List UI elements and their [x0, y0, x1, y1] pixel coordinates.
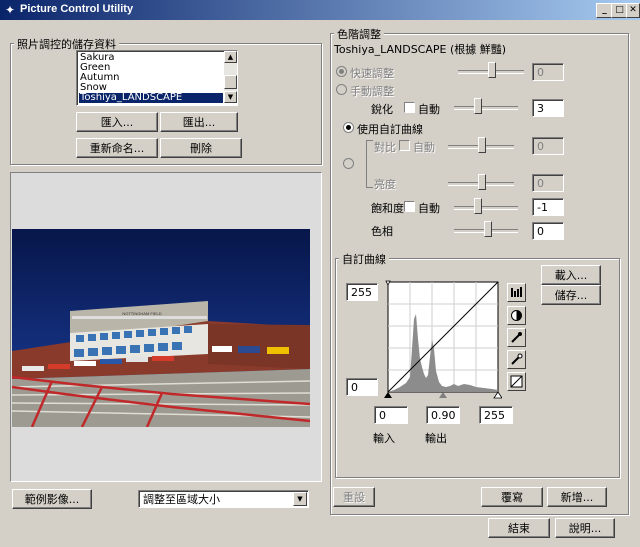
sharpness-track	[454, 106, 518, 110]
export-button[interactable]: 匯出...	[160, 112, 238, 132]
window-title: Picture Control Utility	[20, 3, 134, 15]
chevron-down-icon[interactable]: ▼	[293, 492, 307, 506]
curve-graph[interactable]	[384, 279, 502, 401]
channel-icon[interactable]	[507, 306, 526, 325]
saturation-auto-label: 自動	[418, 202, 440, 215]
close-button[interactable]: ✕	[626, 3, 640, 18]
saturation-slider[interactable]	[474, 198, 482, 214]
quick-adjust-field[interactable]: 0	[532, 63, 564, 81]
list-scrollbar[interactable]: ▲ ▼	[224, 51, 237, 103]
input-black-field[interactable]: 0	[374, 406, 408, 424]
contrast-auto-label: 自動	[413, 141, 435, 154]
histogram-icon[interactable]	[507, 283, 526, 302]
saturation-field[interactable]: -1	[532, 198, 564, 216]
quick-adjust-slider[interactable]	[488, 62, 496, 78]
input-label: 輸入	[373, 432, 395, 445]
use-custom-curve-radio[interactable]	[343, 122, 354, 133]
contrast-field[interactable]: 0	[532, 137, 564, 155]
fit-select[interactable]: 調整至區域大小 ▼	[138, 490, 309, 508]
curve-group-label: 自訂曲線	[339, 251, 389, 267]
scroll-up-icon[interactable]: ▲	[224, 51, 237, 63]
output-max-field[interactable]: 255	[346, 283, 378, 301]
sign-text: NOTTINGHAM FIELD	[122, 311, 161, 316]
tone-group-label: 色階調整	[334, 26, 384, 42]
brightness-slider[interactable]	[478, 174, 486, 190]
output-label: 輸出	[425, 432, 447, 445]
contrast-slider[interactable]	[478, 137, 486, 153]
scroll-down-icon[interactable]: ▼	[224, 91, 237, 103]
sharpness-field[interactable]: 3	[532, 99, 564, 117]
list-item-selected[interactable]: Toshiya_LANDSCAPE	[79, 93, 223, 103]
manual-adjust-label: 手動調整	[350, 85, 394, 98]
brightness-field[interactable]: 0	[532, 174, 564, 192]
reset-button[interactable]: 重設	[333, 487, 375, 507]
white-input-marker[interactable]	[493, 391, 502, 399]
gamma-marker[interactable]	[439, 392, 447, 398]
title-bar: ✦ Picture Control Utility _ □ ✕	[0, 0, 640, 20]
contrast-bracket	[366, 140, 373, 188]
hue-slider[interactable]	[484, 221, 492, 237]
preview-image: NOTTINGHAM FIELD	[12, 229, 310, 427]
saturation-track	[454, 206, 518, 210]
sample-image-button[interactable]: 範例影像...	[12, 489, 92, 509]
contrast-auto-checkbox[interactable]	[399, 140, 410, 151]
help-button[interactable]: 說明...	[555, 518, 615, 538]
contrast-label: 對比	[374, 141, 396, 154]
new-button[interactable]: 新增...	[547, 487, 607, 507]
sharpness-slider[interactable]	[474, 98, 482, 114]
hue-field[interactable]: 0	[532, 222, 564, 240]
load-curve-button[interactable]: 載入...	[541, 265, 601, 285]
saturation-label: 飽和度	[371, 202, 404, 215]
eyedropper-white-icon[interactable]	[507, 350, 526, 369]
gamma-field[interactable]: 0.90	[426, 406, 460, 424]
storage-list[interactable]: Sakura Green Autumn Snow Toshiya_LANDSCA…	[76, 50, 238, 106]
app-icon: ✦	[4, 3, 16, 17]
use-custom-curve-label: 使用自訂曲線	[357, 123, 423, 136]
sharpness-auto-checkbox[interactable]	[404, 102, 415, 113]
quick-adjust-label: 快速調整	[350, 67, 394, 80]
contrast-mode-radio[interactable]	[343, 158, 354, 169]
sharpness-auto-label: 自動	[418, 103, 440, 116]
close-app-button[interactable]: 結束	[488, 518, 550, 538]
preview-panel: NOTTINGHAM FIELD	[10, 172, 322, 482]
fit-select-value: 調整至區域大小	[143, 493, 220, 506]
saturation-auto-checkbox[interactable]	[404, 201, 415, 212]
eyedropper-icon[interactable]	[507, 328, 526, 347]
import-button[interactable]: 匯入...	[76, 112, 158, 132]
manual-adjust-radio[interactable]	[336, 84, 347, 95]
quick-adjust-radio[interactable]	[336, 66, 347, 77]
picture-control-name: Toshiya_LANDSCAPE (根據 鮮豔)	[334, 43, 507, 56]
black-input-marker[interactable]	[384, 392, 392, 398]
sharpness-label: 銳化	[371, 103, 393, 116]
rename-button[interactable]: 重新命名...	[76, 138, 158, 158]
input-white-field[interactable]: 255	[479, 406, 513, 424]
save-curve-button[interactable]: 儲存...	[541, 285, 601, 305]
scroll-thumb[interactable]	[224, 75, 237, 89]
brightness-label: 亮度	[374, 178, 396, 191]
overwrite-button[interactable]: 覆寫	[481, 487, 543, 507]
delete-button[interactable]: 刪除	[160, 138, 242, 158]
hue-label: 色相	[371, 225, 393, 238]
output-min-field[interactable]: 0	[346, 378, 378, 396]
reset-curve-icon[interactable]	[507, 372, 526, 391]
